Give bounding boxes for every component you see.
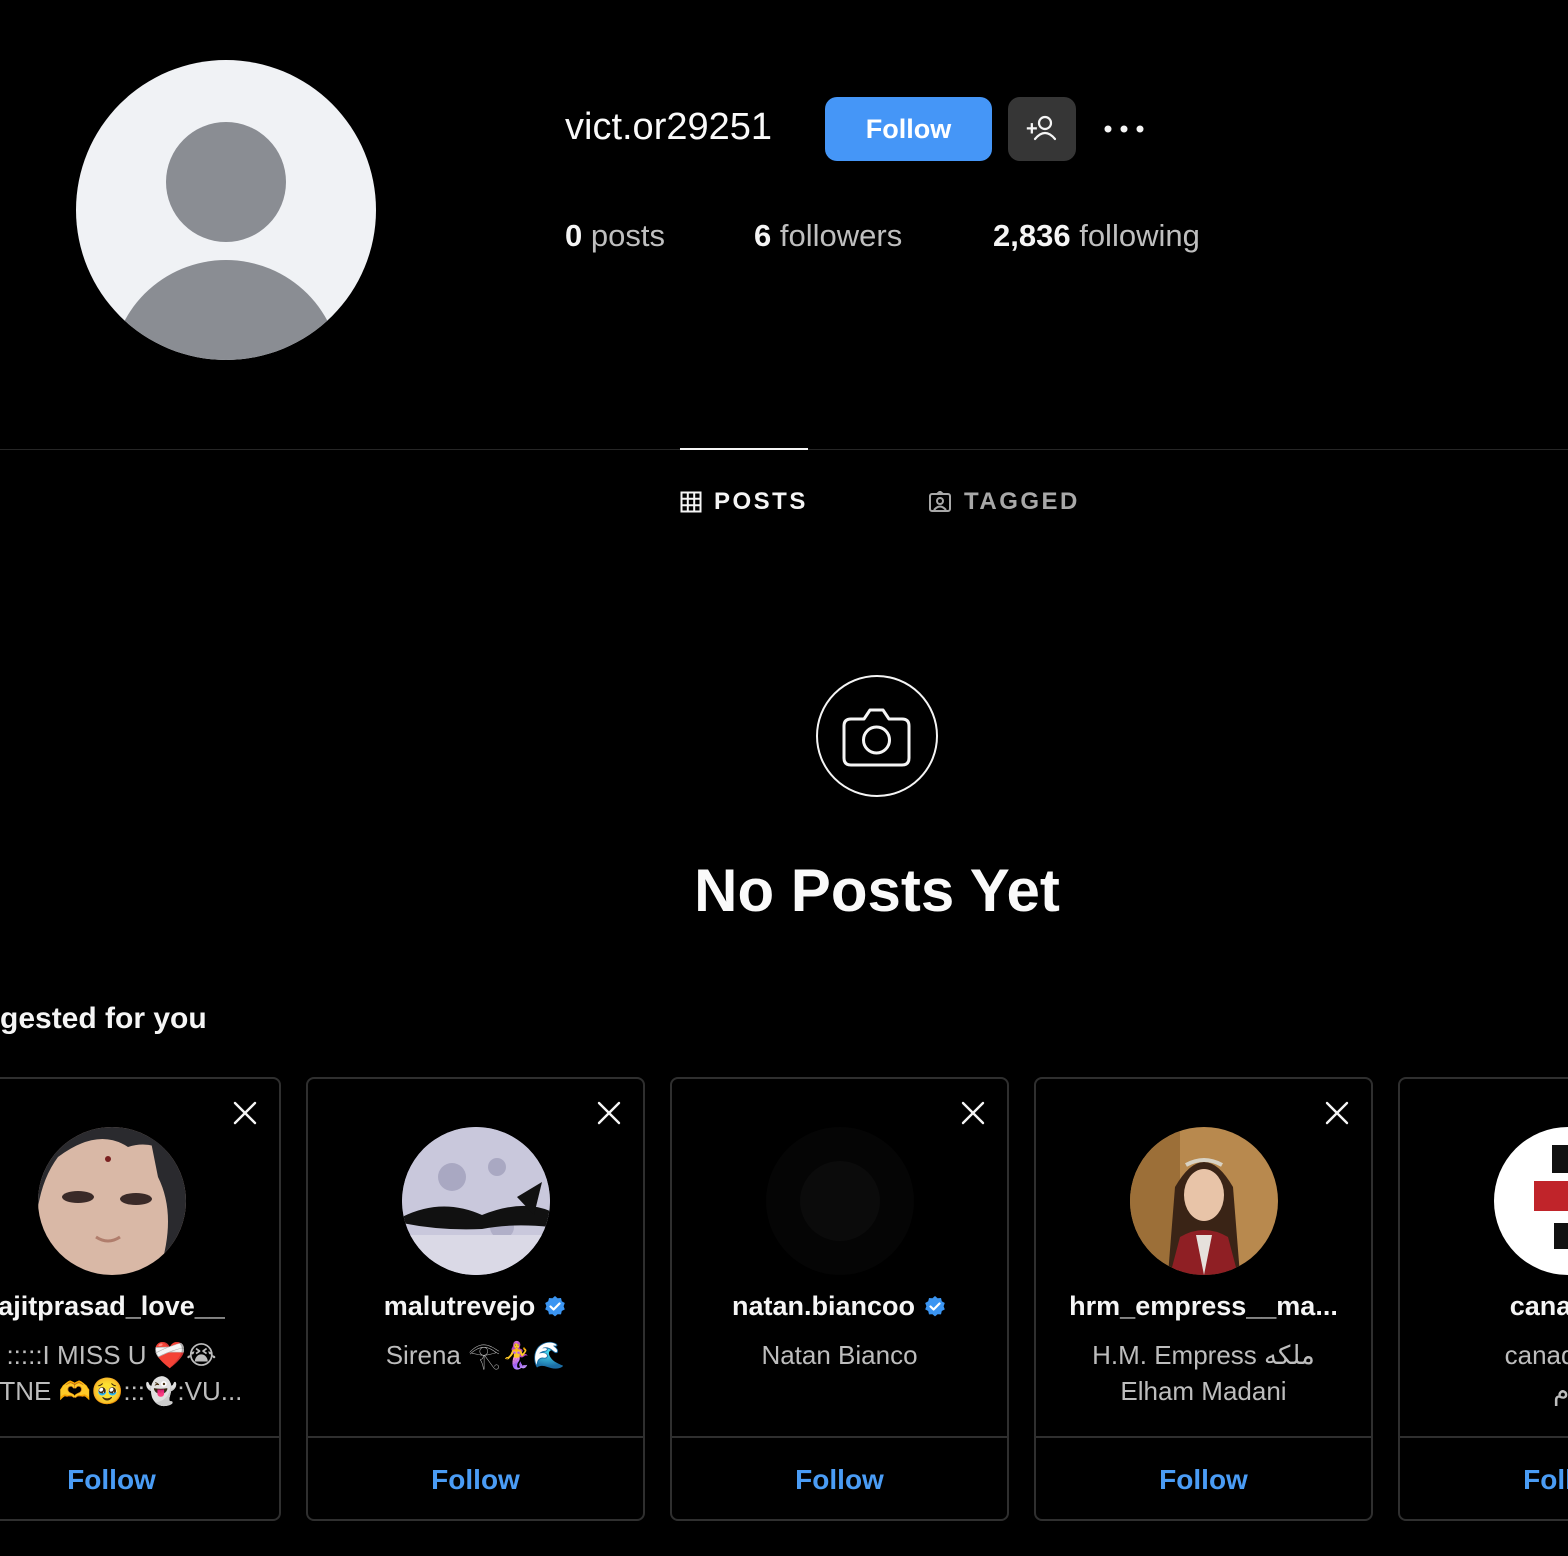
close-icon xyxy=(233,1101,257,1125)
profile-page: vict.or29251 Follow + 0 posts 6 follower… xyxy=(0,0,1568,1556)
suggestion-avatar[interactable] xyxy=(37,1127,186,1275)
dismiss-button[interactable] xyxy=(595,1099,623,1127)
subtitle-line-2: Elham Madani xyxy=(1120,1376,1287,1406)
empty-state-camera xyxy=(816,675,938,797)
suggestion-card: ajitprasad_love__ :::::I MISS U ❤️‍🩹😭 UT… xyxy=(0,1077,281,1521)
card-divider xyxy=(672,1436,1007,1438)
subtitle-line-1: :::::I MISS U ❤️‍🩹😭 xyxy=(6,1340,217,1370)
tagged-icon xyxy=(929,491,951,512)
suggestion-subtitle: :::::I MISS U ❤️‍🩹😭 UTNE 🫶🥹:::👻:VU... xyxy=(0,1337,269,1409)
following-stat[interactable]: 2,836 following xyxy=(993,218,1200,254)
subtitle-line-1: H.M. Empress ملکه xyxy=(1092,1340,1315,1370)
suggestion-username-text: hrm_empress__ma... xyxy=(1069,1291,1338,1321)
card-divider xyxy=(308,1436,643,1438)
suggestion-subtitle: canada aly وم xyxy=(1410,1337,1568,1409)
avatar-photo xyxy=(765,1127,914,1275)
avatar-photo xyxy=(37,1127,186,1275)
more-options-button[interactable] xyxy=(1100,110,1148,150)
card-divider xyxy=(1036,1436,1371,1438)
suggestion-username-text: natan.biancoo xyxy=(731,1291,915,1321)
profile-avatar[interactable] xyxy=(76,60,376,360)
suggestion-avatar[interactable] xyxy=(765,1127,914,1275)
dismiss-button[interactable] xyxy=(231,1099,259,1127)
tab-tagged[interactable]: TAGGED xyxy=(928,488,1080,516)
suggestion-username[interactable]: malutrevejo xyxy=(308,1291,643,1322)
suggestion-follow-button[interactable]: Follow xyxy=(1036,1464,1371,1496)
avatar-placeholder-head xyxy=(166,122,286,242)
suggestion-avatar[interactable] xyxy=(1129,1127,1278,1275)
more-icon xyxy=(1104,125,1144,133)
avatar-photo xyxy=(401,1127,550,1275)
suggestion-follow-button[interactable]: Follow xyxy=(672,1464,1007,1496)
suggestion-card: canadaal canada aly وم Follow xyxy=(1398,1077,1568,1521)
suggestion-follow-button[interactable]: Follow xyxy=(1400,1464,1568,1496)
followers-stat[interactable]: 6 followers xyxy=(754,218,902,254)
following-label: following xyxy=(1079,218,1200,253)
suggestion-follow-button[interactable]: Follow xyxy=(0,1464,279,1496)
followers-label: followers xyxy=(779,218,903,253)
subtitle-line-1: Natan Bianco xyxy=(761,1340,918,1370)
tab-posts[interactable]: POSTS xyxy=(680,488,808,516)
suggestion-follow-button[interactable]: Follow xyxy=(308,1464,643,1496)
following-count: 2,836 xyxy=(993,218,1071,253)
grid-icon xyxy=(680,491,702,513)
subtitle-line-2: UTNE 🫶🥹:::👻:VU... xyxy=(0,1376,243,1406)
suggestion-subtitle: Sirena 𓂀🧜‍♀️🌊 xyxy=(318,1337,633,1373)
suggestion-username[interactable]: canadaal xyxy=(1400,1291,1568,1322)
suggestion-username-text: ajitprasad_love__ xyxy=(0,1291,225,1321)
suggestion-avatar[interactable] xyxy=(401,1127,550,1275)
suggestion-username[interactable]: hrm_empress__ma... xyxy=(1036,1291,1371,1322)
dismiss-button[interactable] xyxy=(959,1099,987,1127)
suggestion-avatar[interactable] xyxy=(1493,1127,1568,1275)
suggestion-username-text: canadaal xyxy=(1509,1291,1568,1321)
dismiss-button[interactable] xyxy=(1323,1099,1351,1127)
suggested-accounts-button[interactable]: + xyxy=(1008,97,1076,161)
posts-stat: 0 posts xyxy=(565,218,665,254)
subtitle-line-1: canada aly xyxy=(1504,1340,1568,1370)
suggestion-username[interactable]: ajitprasad_love__ xyxy=(0,1291,279,1322)
suggestion-card: natan.biancoo Natan Bianco Follow xyxy=(670,1077,1009,1521)
subtitle-line-2: وم xyxy=(1553,1376,1568,1406)
avatar-photo xyxy=(1493,1127,1568,1275)
card-divider xyxy=(0,1436,279,1438)
close-icon xyxy=(961,1101,985,1125)
follow-button[interactable]: Follow xyxy=(825,97,992,161)
active-tab-indicator xyxy=(680,448,808,450)
posts-label: posts xyxy=(590,218,665,253)
tab-posts-label: POSTS xyxy=(714,488,808,515)
followers-count: 6 xyxy=(754,218,772,253)
card-divider xyxy=(1400,1436,1568,1438)
empty-state-title: No Posts Yet xyxy=(694,857,1060,924)
verified-badge-icon xyxy=(545,1295,566,1316)
add-person-icon: + xyxy=(1026,115,1057,141)
avatar-photo xyxy=(1129,1127,1278,1275)
tab-tagged-label: TAGGED xyxy=(964,488,1080,515)
suggestion-subtitle: Natan Bianco xyxy=(682,1337,997,1373)
close-icon xyxy=(1325,1101,1349,1125)
posts-count: 0 xyxy=(565,218,583,253)
suggestion-username[interactable]: natan.biancoo xyxy=(672,1291,1007,1322)
subtitle-line-1: Sirena 𓂀🧜‍♀️🌊 xyxy=(385,1340,566,1370)
close-icon xyxy=(597,1101,621,1125)
suggested-heading: gested for you xyxy=(0,1002,207,1035)
profile-username: vict.or29251 xyxy=(565,106,773,148)
verified-badge-icon xyxy=(925,1295,945,1316)
suggestion-card: hrm_empress__ma... H.M. Empress ملکه Elh… xyxy=(1034,1077,1373,1521)
avatar-placeholder-body xyxy=(111,260,341,360)
suggestion-subtitle: H.M. Empress ملکه Elham Madani xyxy=(1046,1337,1361,1409)
suggestion-card: malutrevejo Sirena 𓂀🧜‍♀️🌊 Follow xyxy=(306,1077,645,1521)
camera-icon xyxy=(842,708,911,767)
suggestion-username-text: malutrevejo xyxy=(383,1291,536,1321)
